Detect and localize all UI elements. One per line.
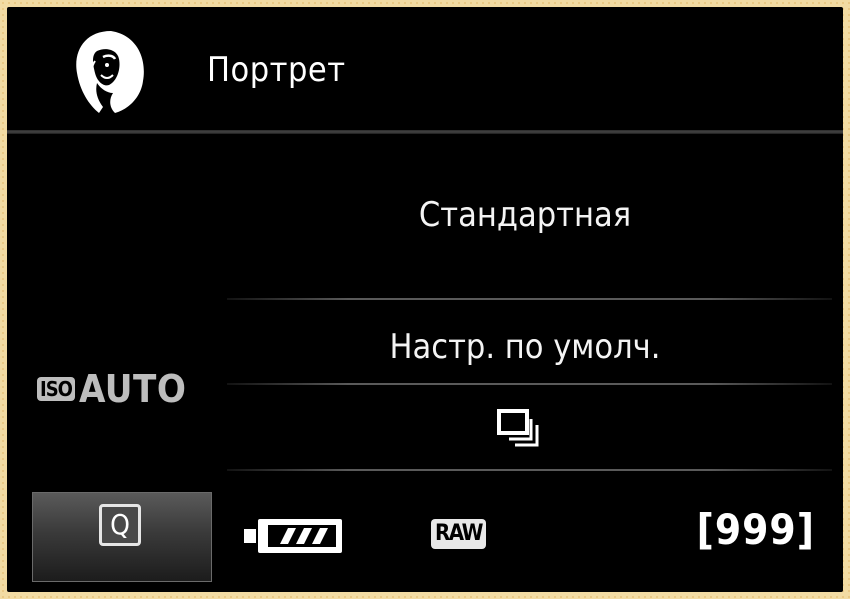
quick-control-label: Q — [99, 504, 141, 546]
iso-badge: ISO — [37, 377, 75, 401]
continuous-shooting-icon[interactable] — [497, 409, 545, 451]
camera-lcd-screen: Портрет Стандартная Настр. по умолч. ISO… — [7, 7, 843, 592]
picture-style-setting[interactable]: Стандартная — [222, 195, 828, 235]
shooting-mode-header: Портрет — [7, 7, 843, 130]
shooting-mode-title: Портрет — [207, 50, 346, 90]
row-divider — [227, 383, 832, 385]
row-divider — [227, 469, 832, 471]
row-divider — [227, 298, 832, 300]
iso-setting[interactable]: ISO AUTO — [37, 367, 186, 411]
default-settings-option[interactable]: Настр. по умолч. — [222, 327, 828, 367]
iso-value: AUTO — [78, 367, 187, 411]
battery-full-icon — [244, 519, 342, 553]
image-quality-raw-badge[interactable]: RAW — [431, 519, 486, 549]
shots-remaining: [999] — [696, 505, 815, 554]
quick-control-button[interactable]: Q — [32, 492, 212, 582]
header-divider — [7, 130, 843, 134]
portrait-icon — [76, 31, 144, 113]
